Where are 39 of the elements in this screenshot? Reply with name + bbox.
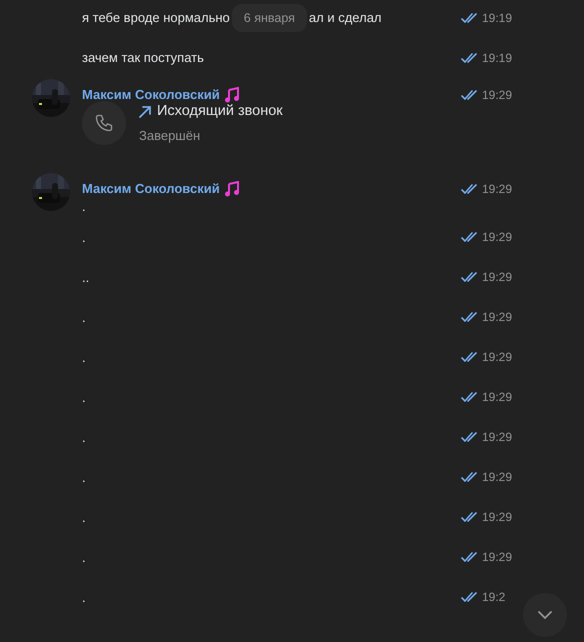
message-time: 19:29 [482,269,512,286]
message-time: 19:29 [482,229,512,246]
chevron-down-icon [538,611,552,619]
call-status: Завершён [139,126,202,145]
phone-call-button[interactable] [82,101,126,146]
date-badge: 6 января [232,4,307,32]
music-note-icon [224,181,240,197]
author-name[interactable]: Максим Соколовский [82,179,220,199]
message-text: . [82,228,86,246]
message-text: . [82,198,86,216]
message-time: 19:29 [482,429,512,446]
message-time: 19:29 [482,389,512,406]
message-time: 19:29 [482,469,512,486]
message-time: 19:29 [482,349,512,366]
message-time: 19:29 [482,86,512,104]
message-text: . [82,588,86,606]
message-text: я тебе вроде нормально [82,9,230,28]
message-time: 19:29 [482,181,512,198]
message-time: 19:19 [482,10,512,27]
message-text: . [82,468,86,486]
message-text: . [82,348,86,366]
message-text: . [82,508,86,526]
call-title: Исходящий звонок [157,102,283,121]
message-text: . [82,308,86,326]
message-time: 19:2 [482,589,506,606]
message-time: 19:29 [482,549,512,566]
message-text: . [82,548,86,566]
author-name[interactable]: Максим Соколовский [82,85,220,104]
phone-icon [94,113,114,134]
message-time: 19:19 [482,50,512,67]
message-text: ал и сделал [308,9,382,28]
message-text: . [82,388,86,406]
message-text: . [82,428,86,446]
outgoing-arrow-icon [139,106,151,118]
message-time: 19:29 [482,509,512,526]
message-text: .. [82,268,90,286]
message-text: зачем так поступать [82,49,204,68]
music-note-icon [224,86,240,103]
message-time: 19:29 [482,309,512,326]
